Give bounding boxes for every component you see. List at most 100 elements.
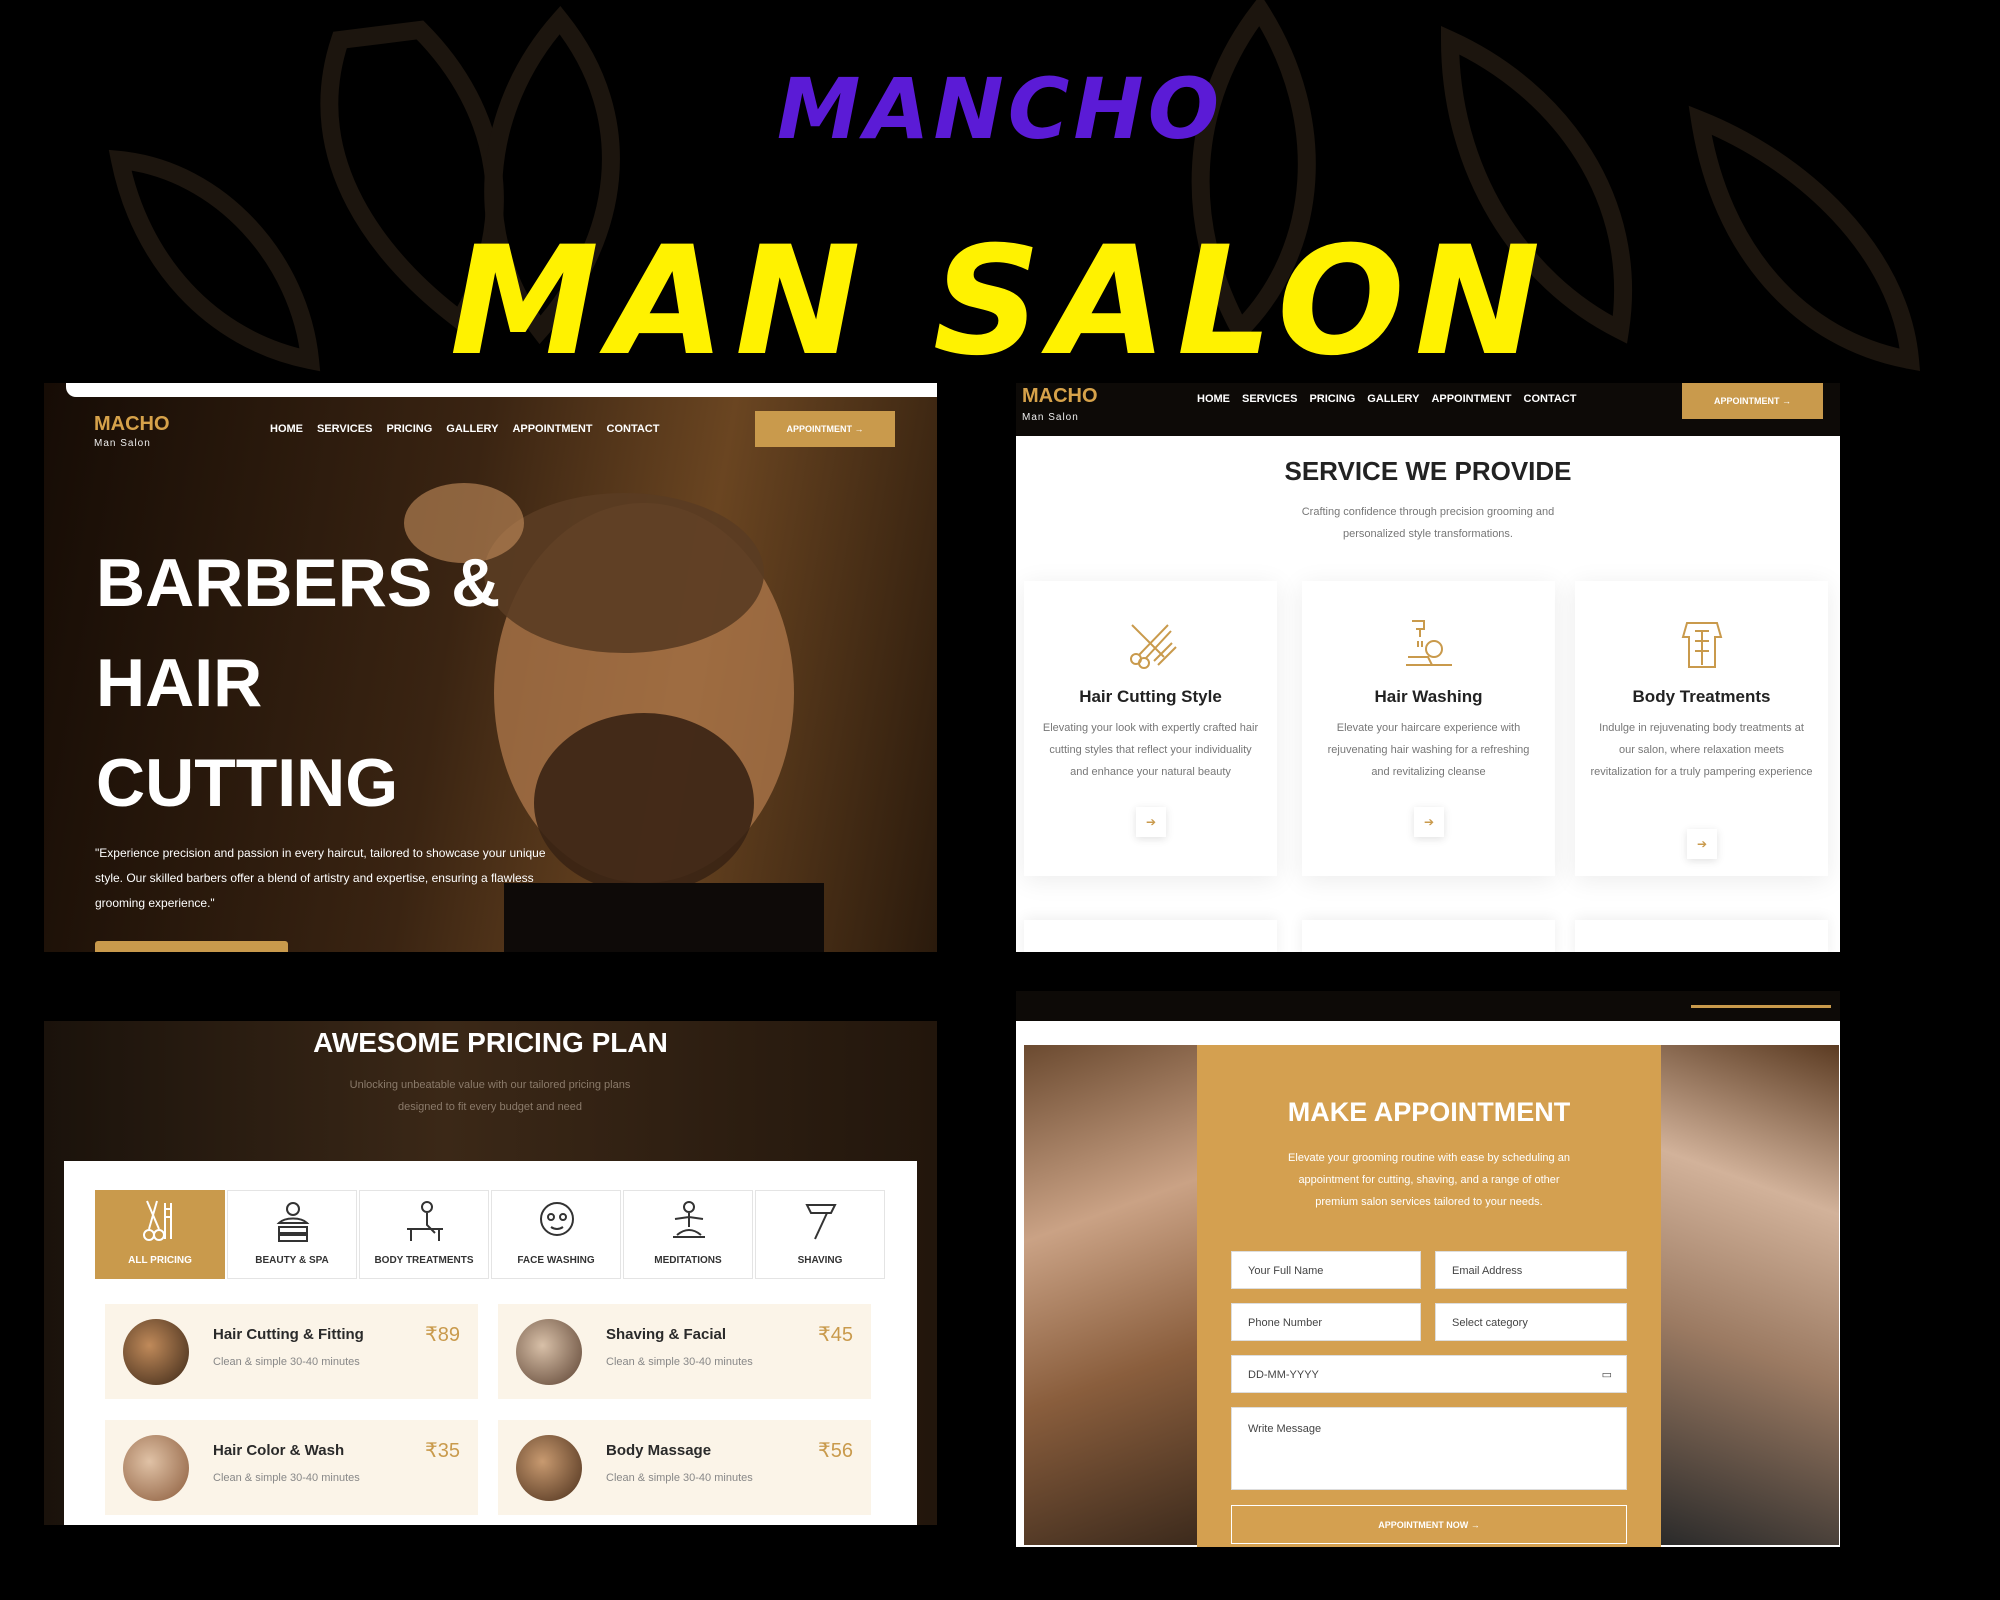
arrow-right-icon[interactable]: ➔ xyxy=(1687,829,1717,859)
logo-text: MACHO xyxy=(94,413,170,435)
appointment-button[interactable]: APPOINTMENT → xyxy=(1682,383,1823,419)
appointment-form-area: MAKE APPOINTMENT Elevate your grooming r… xyxy=(1197,1045,1661,1547)
hero-title-line-3: CUTTING xyxy=(96,745,399,821)
category-select[interactable]: Select category xyxy=(1435,1303,1627,1341)
tab-all-pricing[interactable]: ALL PRICING xyxy=(95,1190,225,1279)
avatar xyxy=(123,1435,189,1501)
price-item[interactable]: Hair Cutting & Fitting Clean & simple 30… xyxy=(105,1304,478,1399)
appointment-button[interactable]: APPOINTMENT → xyxy=(755,411,895,447)
hero-title: BARBERS & HAIR CUTTING xyxy=(96,533,596,833)
price-item-name: Body Massage xyxy=(606,1442,712,1459)
service-description: Elevate your haircare experience with re… xyxy=(1327,722,1530,778)
price-item[interactable]: Shaving & Facial Clean & simple 30-40 mi… xyxy=(498,1304,871,1399)
nav-appointment[interactable]: APPOINTMENT xyxy=(1431,393,1511,405)
price-item-desc: Clean & simple 30-40 minutes xyxy=(213,1356,360,1368)
service-description: Indulge in rejuvenating body treatments … xyxy=(1590,722,1813,778)
price-item-price: ₹56 xyxy=(818,1440,853,1462)
tab-label: MEDITATIONS xyxy=(654,1255,722,1266)
appointment-now-button[interactable]: APPOINTMENT NOW → xyxy=(1231,1505,1627,1544)
site-logo[interactable]: MACHO Man Salon xyxy=(94,413,170,449)
services-title: SERVICE WE PROVIDE xyxy=(1284,456,1572,486)
hair-washing-icon xyxy=(1406,620,1452,666)
nav-gallery[interactable]: GALLERY xyxy=(446,423,498,435)
appointment-panel: MAKE APPOINTMENT Elevate your grooming r… xyxy=(1016,991,1840,1547)
hero-cta-button[interactable] xyxy=(95,941,288,952)
logo-text: MACHO xyxy=(1022,385,1098,407)
scissors-comb-icon xyxy=(1130,624,1177,669)
service-card-stub xyxy=(1302,920,1555,952)
massage-icon xyxy=(407,1201,443,1241)
hero-description: "Experience precision and passion in eve… xyxy=(95,846,546,910)
price-item-desc: Clean & simple 30-40 minutes xyxy=(606,1356,753,1368)
nav-appointment[interactable]: APPOINTMENT xyxy=(512,423,592,435)
tab-body-treatments[interactable]: BODY TREATMENTS xyxy=(359,1190,489,1279)
top-navbar xyxy=(1016,991,1840,1021)
avatar xyxy=(123,1319,189,1385)
nav-pricing[interactable]: PRICING xyxy=(1309,393,1355,405)
tab-label: BEAUTY & SPA xyxy=(255,1255,329,1266)
tab-label: FACE WASHING xyxy=(517,1255,595,1266)
appointment-subtitle: Elevate your grooming routine with ease … xyxy=(1288,1152,1570,1208)
nav-services[interactable]: SERVICES xyxy=(317,423,372,435)
hero-panel: MACHO Man Salon HOME SERVICES PRICING GA… xyxy=(44,383,937,952)
service-card-stub xyxy=(1024,920,1277,952)
nav-home[interactable]: HOME xyxy=(1197,393,1230,405)
nav-services[interactable]: SERVICES xyxy=(1242,393,1297,405)
service-title: Hair Washing xyxy=(1374,687,1483,706)
tab-meditations[interactable]: MEDITATIONS xyxy=(623,1190,753,1279)
barber-beard-photo xyxy=(1661,1045,1839,1545)
price-item[interactable]: Hair Color & Wash Clean & simple 30-40 m… xyxy=(105,1420,478,1515)
hero-title-line-1: BARBERS & xyxy=(96,545,501,621)
spa-icon xyxy=(276,1202,310,1242)
nav-pricing[interactable]: PRICING xyxy=(386,423,432,435)
pricing-panel: AWESOME PRICING PLAN Unlocking unbeatabl… xyxy=(44,1021,937,1525)
pricing-title: AWESOME PRICING PLAN xyxy=(313,1027,668,1058)
scissors-tools-icon xyxy=(143,1200,172,1241)
services-panel: MACHO Man Salon HOME SERVICES PRICING GA… xyxy=(1016,383,1840,952)
arrow-right-icon[interactable]: ➔ xyxy=(1414,807,1444,837)
hair-stylist-photo xyxy=(1024,1045,1197,1545)
razor-icon xyxy=(805,1204,837,1240)
message-textarea[interactable]: Write Message xyxy=(1231,1407,1627,1490)
avatar xyxy=(516,1435,582,1501)
price-item-price: ₹45 xyxy=(818,1324,853,1346)
price-item-price: ₹89 xyxy=(425,1324,460,1346)
full-name-field[interactable]: Your Full Name xyxy=(1231,1251,1421,1289)
phone-field[interactable]: Phone Number xyxy=(1231,1303,1421,1341)
site-logo[interactable]: MACHO Man Salon xyxy=(1022,385,1098,423)
appointment-title: MAKE APPOINTMENT xyxy=(1287,1097,1571,1127)
service-title: Hair Cutting Style xyxy=(1079,687,1222,706)
nav-contact[interactable]: CONTACT xyxy=(607,423,660,435)
tab-beauty-spa[interactable]: BEAUTY & SPA xyxy=(227,1190,357,1279)
browser-bar xyxy=(66,383,937,397)
logo-subtext: Man Salon xyxy=(1022,412,1079,423)
calendar-icon[interactable]: ▭ xyxy=(1602,1356,1612,1394)
tab-shaving[interactable]: SHAVING xyxy=(755,1190,885,1279)
service-card-body-treatments: Body Treatments Indulge in rejuvenating … xyxy=(1575,581,1828,876)
pricing-subtitle: Unlocking unbeatable value with our tail… xyxy=(349,1079,631,1113)
service-card-hair-cutting: Hair Cutting Style Elevating your look w… xyxy=(1024,581,1277,876)
price-item-name: Hair Cutting & Fitting xyxy=(213,1326,364,1343)
nav-gallery[interactable]: GALLERY xyxy=(1367,393,1419,405)
service-description: Elevating your look with expertly crafte… xyxy=(1042,722,1259,778)
hero-title-line-2: HAIR xyxy=(96,645,263,721)
banner-title: MAN SALON xyxy=(449,215,1551,389)
arrow-right-icon[interactable]: ➔ xyxy=(1136,807,1166,837)
nav-contact[interactable]: CONTACT xyxy=(1524,393,1577,405)
tab-face-washing[interactable]: FACE WASHING xyxy=(491,1190,621,1279)
services-subtitle: Crafting confidence through precision gr… xyxy=(1301,506,1555,540)
tab-label: BODY TREATMENTS xyxy=(374,1255,474,1266)
date-field[interactable]: DD-MM-YYYY ▭ xyxy=(1231,1355,1627,1393)
appointment-button-edge[interactable] xyxy=(1691,1005,1831,1008)
brand-name: MANCHO xyxy=(776,60,1224,158)
service-card-stub xyxy=(1575,920,1828,952)
price-item-price: ₹35 xyxy=(425,1440,460,1462)
tab-label: SHAVING xyxy=(797,1255,843,1266)
price-item-desc: Clean & simple 30-40 minutes xyxy=(606,1472,753,1484)
price-item-desc: Clean & simple 30-40 minutes xyxy=(213,1472,360,1484)
price-item[interactable]: Body Massage Clean & simple 30-40 minute… xyxy=(498,1420,871,1515)
meditation-icon xyxy=(673,1201,705,1238)
price-item-name: Hair Color & Wash xyxy=(213,1442,345,1459)
nav-home[interactable]: HOME xyxy=(270,423,303,435)
email-field[interactable]: Email Address xyxy=(1435,1251,1627,1289)
